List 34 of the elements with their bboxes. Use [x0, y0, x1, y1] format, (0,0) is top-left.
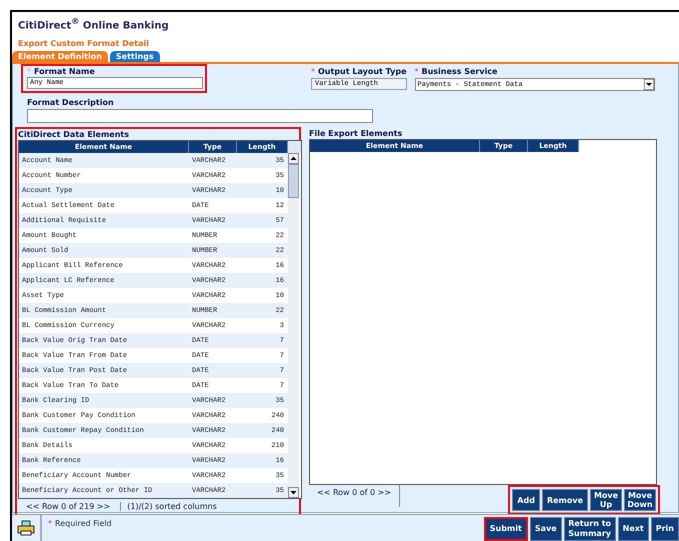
action-button[interactable]: Remove [542, 489, 588, 511]
required-mark: * [48, 519, 52, 528]
sort-info: (1)/(2) sorted columns [126, 502, 217, 510]
required-mark: * [311, 67, 315, 76]
header-corner [288, 141, 301, 153]
action-button[interactable]: Move Up [590, 489, 622, 511]
app-title: CitiDirect$^{®}$ Online Banking [18, 16, 169, 32]
footer-button[interactable]: Return to Summary [564, 517, 616, 541]
printer-icon[interactable] [17, 520, 35, 536]
footer-button[interactable]: Submit [484, 517, 528, 541]
section-title: File Export Elements [309, 129, 404, 138]
footer-button[interactable]: Prin [650, 517, 679, 541]
scroll-down-icon[interactable] [288, 487, 299, 498]
action-button[interactable]: Add [512, 489, 540, 511]
scrollbar-thumb[interactable] [288, 164, 299, 198]
format-description-field[interactable] [27, 109, 373, 123]
footer-button[interactable]: Next [618, 517, 649, 541]
row-pager[interactable]: << Row 0 of 219 >> [18, 502, 122, 510]
tab[interactable]: Settings [110, 51, 160, 62]
field-label: Business Service [422, 67, 498, 76]
page-title: Export Custom Format Detail [18, 39, 149, 48]
field-label: Output Layout Type [318, 67, 406, 76]
field-label: Format Description [27, 98, 115, 107]
footer-button[interactable]: Save [530, 517, 562, 541]
section-title: CitiDirect Data Elements [18, 130, 130, 139]
required-mark: * [414, 67, 418, 76]
dropdown-arrow-icon [644, 79, 654, 90]
row-pager[interactable]: << Row 0 of 0 >> [309, 485, 400, 507]
required-field-note: Required Field [55, 519, 112, 528]
required-mark: * [27, 67, 31, 76]
field-label: Format Name [34, 67, 95, 76]
scroll-up-icon[interactable] [288, 153, 299, 164]
action-button[interactable]: Move Down [624, 489, 656, 511]
scrollbar[interactable] [288, 153, 299, 498]
